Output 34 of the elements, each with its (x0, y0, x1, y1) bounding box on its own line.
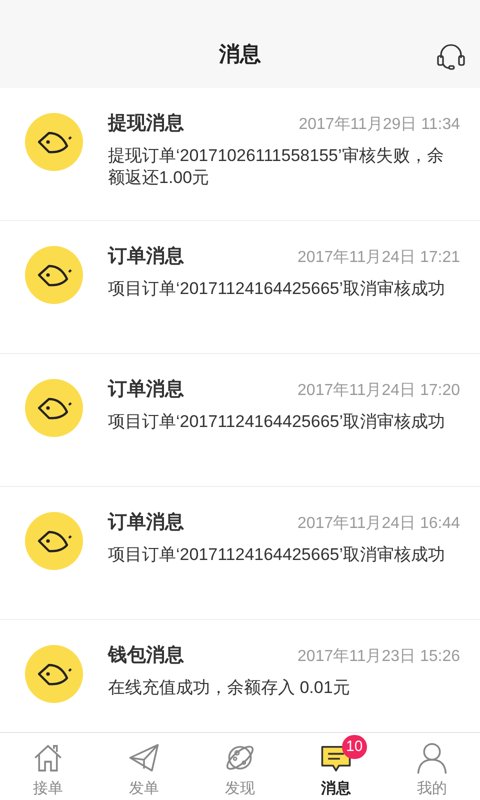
message-text: 项目订单‘20171124164425665’取消审核成功 (108, 410, 446, 432)
page-title: 消息 (219, 42, 261, 68)
tab[interactable]: 发现 (192, 733, 288, 800)
headset-icon[interactable] (436, 43, 466, 71)
paper-plane-icon (127, 741, 161, 774)
message-item[interactable]: 提现消息 2017年11月29日 11:34 提现订单‘20171026111558155’审核失败，余额返还1.00元 (0, 88, 480, 221)
message-text: 在线充值成功，余额存入 0.01元 (108, 676, 351, 698)
tab[interactable]: 我的 (384, 733, 480, 800)
message-title: 订单消息 (108, 511, 184, 535)
message-time: 2017年11月23日 15:26 (298, 647, 460, 667)
message-item[interactable]: 订单消息 2017年11月24日 16:44 项目订单‘20171124164425665’取消审核成功 (0, 487, 480, 620)
message-time: 2017年11月24日 17:21 (298, 248, 460, 268)
tab[interactable]: 发单 (96, 733, 192, 800)
message-title: 钱包消息 (108, 644, 184, 668)
message-time: 2017年11月29日 11:34 (298, 115, 460, 135)
message-item[interactable]: 订单消息 2017年11月24日 17:21 项目订单‘20171124164425665’取消审核成功 (0, 221, 480, 354)
message-title: 订单消息 (108, 245, 184, 269)
unread-badge: 10 (342, 735, 367, 759)
message-item[interactable]: 订单消息 2017年11月24日 17:20 项目订单‘20171124164425665’取消审核成功 (0, 354, 480, 487)
fish-icon (25, 379, 83, 437)
person-icon (415, 741, 449, 774)
fish-icon (25, 113, 83, 171)
fish-icon (25, 645, 83, 703)
tab[interactable]: 消息 10 (288, 733, 384, 800)
tab[interactable]: 接单 (0, 733, 96, 800)
message-text: 提现订单‘20171026111558155’审核失败，余额返还1.00元 (108, 144, 445, 188)
message-title: 提现消息 (108, 112, 184, 136)
message-time: 2017年11月24日 16:44 (298, 514, 460, 534)
fish-icon (25, 512, 83, 570)
message-time: 2017年11月24日 17:20 (298, 381, 460, 401)
message-text: 项目订单‘20171124164425665’取消审核成功 (108, 544, 446, 566)
message-text: 项目订单‘20171124164425665’取消审核成功 (108, 278, 446, 300)
fish-icon (25, 246, 83, 304)
message-title: 订单消息 (108, 378, 184, 402)
